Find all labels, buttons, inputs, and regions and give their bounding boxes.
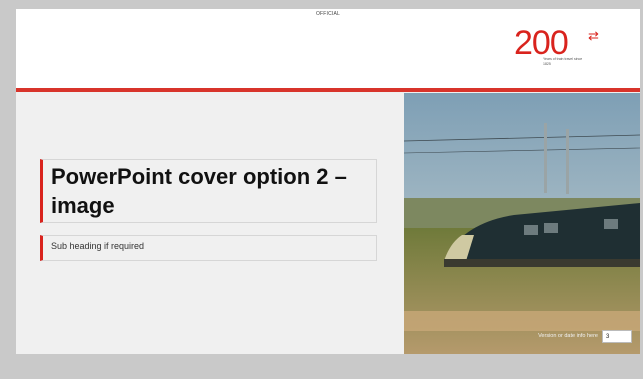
slide-subheading[interactable]: Sub heading if required xyxy=(51,241,144,251)
logo-tagline: Years of train travel since 1825 xyxy=(543,57,583,66)
title-placeholder[interactable]: PowerPoint cover option 2 – image xyxy=(40,159,377,223)
version-label: Version or date info here xyxy=(538,333,598,339)
train-photo-image xyxy=(404,93,640,354)
slide-title[interactable]: PowerPoint cover option 2 – image xyxy=(51,162,371,220)
classification-label: OFFICIAL xyxy=(315,11,341,17)
header-divider xyxy=(16,88,640,92)
subheading-placeholder[interactable]: Sub heading if required xyxy=(40,235,377,261)
train-photo[interactable] xyxy=(404,93,640,354)
slide-header: OFFICIAL 200 ⇄ Years of train travel sin… xyxy=(16,9,640,89)
logo-arrow-icon: ⇄ xyxy=(588,28,599,43)
anniversary-logo: 200 ⇄ Years of train travel since 1825 xyxy=(514,23,614,73)
version-field[interactable]: 3 xyxy=(602,330,632,343)
slide-cover[interactable]: OFFICIAL 200 ⇄ Years of train travel sin… xyxy=(16,9,640,354)
presentation-canvas: OFFICIAL 200 ⇄ Years of train travel sin… xyxy=(0,0,643,379)
